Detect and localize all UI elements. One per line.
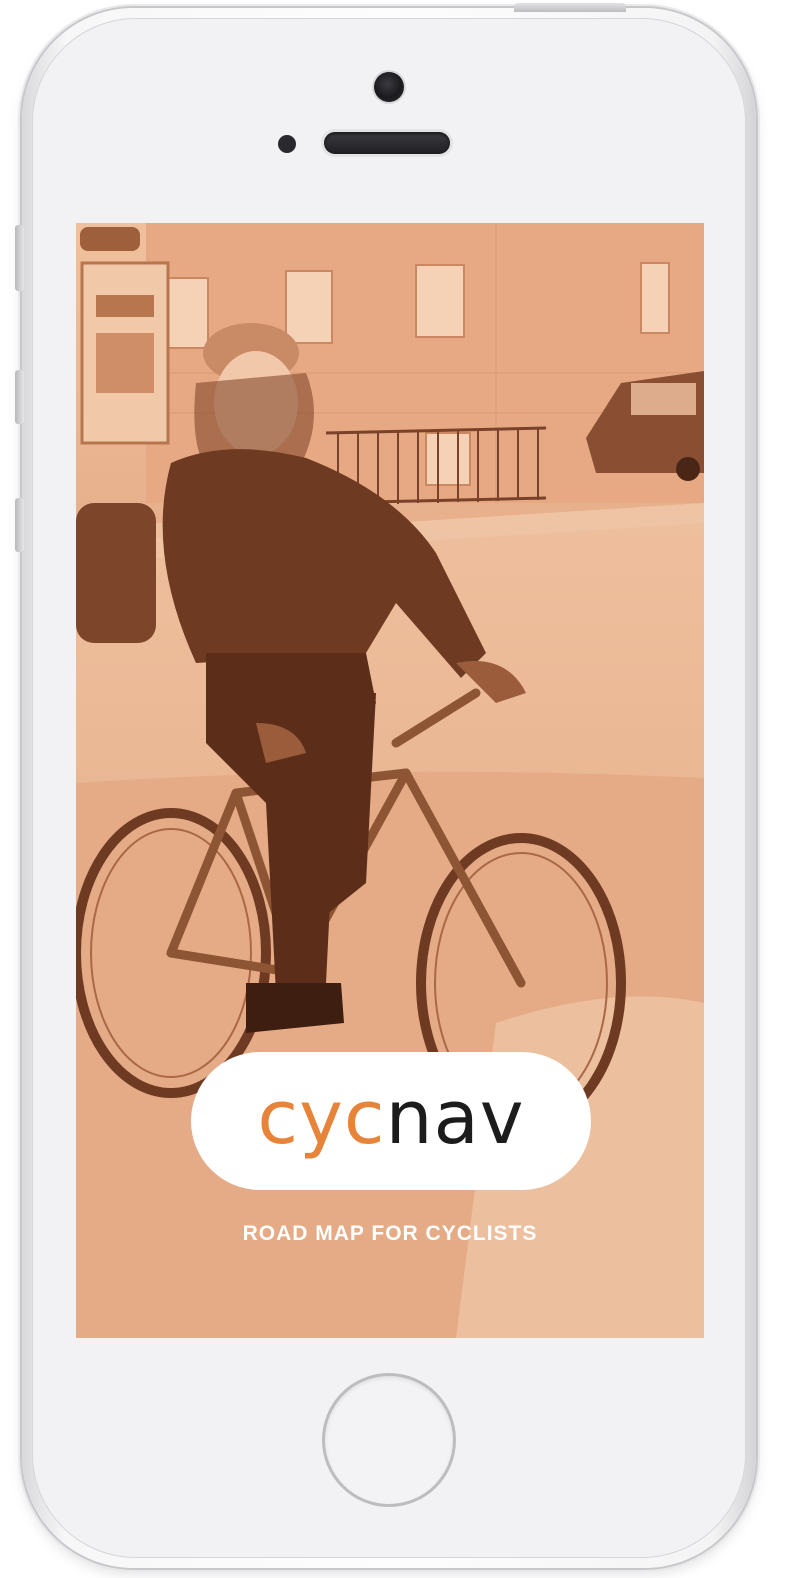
logo-text-nav: nav <box>385 1075 525 1161</box>
earpiece-speaker <box>324 132 450 154</box>
app-logo-badge: cycnav <box>191 1052 591 1190</box>
mute-switch <box>15 225 24 291</box>
volume-down-button <box>15 498 24 552</box>
logo-text-cyc: cyc <box>257 1075 386 1161</box>
home-button[interactable] <box>325 1376 453 1504</box>
front-camera-icon <box>374 72 404 102</box>
app-tagline: ROAD MAP FOR CYCLISTS <box>242 1222 538 1245</box>
volume-up-button <box>15 370 24 424</box>
proximity-sensor-icon <box>278 135 296 153</box>
app-logo: cycnav <box>257 1081 524 1155</box>
power-button <box>514 3 626 12</box>
splash-screen: cycnav ROAD MAP FOR CYCLISTS <box>76 223 704 1338</box>
